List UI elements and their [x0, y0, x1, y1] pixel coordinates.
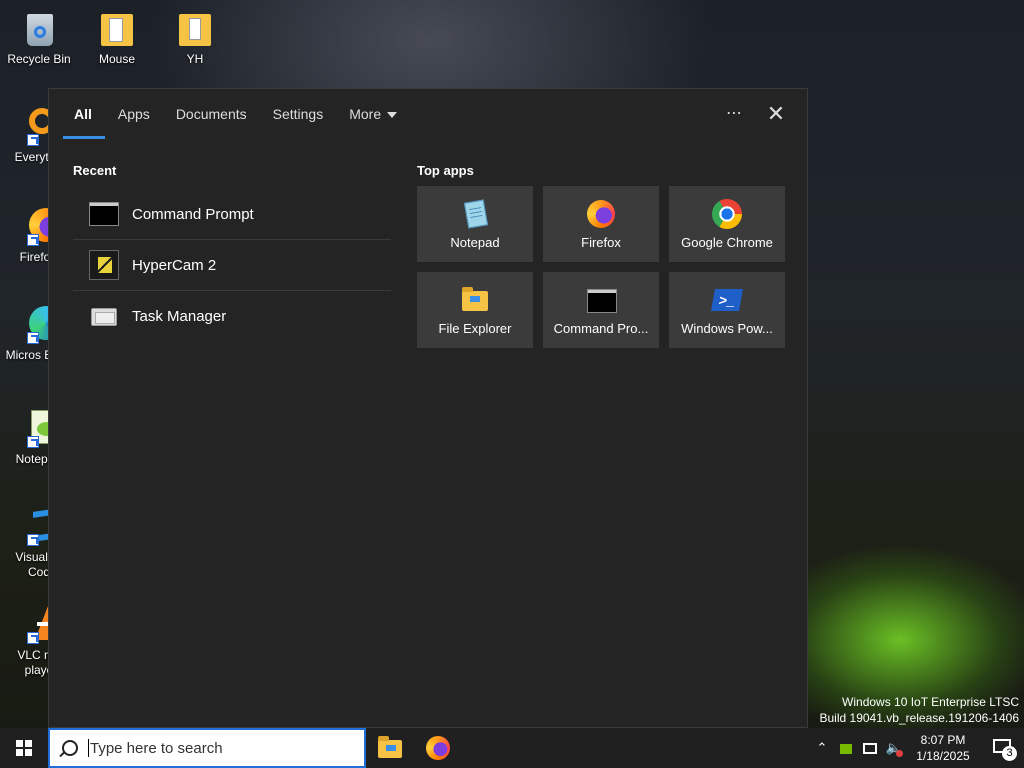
- desktop-icon-yh[interactable]: YH: [158, 8, 232, 67]
- desktop-icon-label: Mouse: [98, 52, 136, 66]
- taskbar-file-explorer[interactable]: [366, 728, 414, 768]
- top-app-label: Windows Pow...: [681, 320, 773, 336]
- taskbar-firefox[interactable]: [414, 728, 462, 768]
- shortcut-arrow-icon: [27, 234, 39, 246]
- file-explorer-icon: [460, 285, 490, 315]
- shortcut-arrow-icon: [27, 332, 39, 344]
- volume-muted-icon[interactable]: 🔈: [882, 728, 906, 768]
- options-button[interactable]: ⋯: [721, 101, 749, 129]
- shortcut-arrow-icon: [27, 632, 39, 644]
- watermark-build: Build 19041.vb_release.191206-1406: [819, 711, 1020, 725]
- chrome-icon: [712, 198, 742, 229]
- desktop-icon-recycle-bin[interactable]: Recycle Bin: [2, 8, 76, 67]
- text-cursor: [88, 739, 89, 757]
- shortcut-arrow-icon: [27, 134, 39, 146]
- shortcut-arrow-icon: [27, 436, 39, 448]
- clock-date: 1/18/2025: [916, 749, 970, 763]
- notepad-icon: [460, 198, 490, 229]
- top-apps-heading: Top apps: [417, 163, 474, 178]
- network-icon[interactable]: [858, 728, 882, 768]
- recent-item-label: Task Manager: [132, 308, 227, 325]
- firefox-icon: [426, 736, 450, 760]
- tab-all[interactable]: All: [61, 89, 105, 139]
- top-app-notepad[interactable]: Notepad: [417, 186, 533, 262]
- recent-item-hypercam[interactable]: HyperCam 2: [73, 240, 391, 291]
- command-prompt-icon: [88, 198, 120, 230]
- desktop-icon-label: Recycle Bin: [7, 52, 71, 66]
- file-explorer-icon: [378, 736, 402, 760]
- windows-version-watermark: Windows 10 IoT Enterprise LTSC Build 190…: [820, 694, 1020, 726]
- chevron-up-icon: ⌃: [816, 740, 828, 755]
- close-icon: ✕: [766, 101, 786, 126]
- command-prompt-icon: [586, 285, 617, 315]
- recent-item-label: HyperCam 2: [132, 256, 217, 274]
- close-button[interactable]: ✕: [762, 101, 790, 129]
- watermark-edition: Windows 10 IoT Enterprise LTSC: [842, 695, 1019, 709]
- search-icon: [62, 740, 78, 756]
- top-app-command-prompt[interactable]: Command Pro...: [543, 272, 659, 348]
- tab-settings[interactable]: Settings: [260, 89, 337, 139]
- windows-logo-icon: [16, 740, 32, 756]
- top-app-file-explorer[interactable]: File Explorer: [417, 272, 533, 348]
- start-button[interactable]: [0, 728, 48, 768]
- tab-all-label: All: [74, 106, 92, 122]
- nvidia-icon[interactable]: [834, 728, 858, 768]
- folder-icon: [97, 8, 137, 48]
- search-tabs: All Apps Documents Settings More: [61, 89, 410, 139]
- tab-settings-label: Settings: [272, 106, 324, 122]
- powershell-icon: >_: [711, 285, 743, 315]
- firefox-icon: [586, 199, 616, 229]
- hypercam-icon: [88, 249, 120, 281]
- top-app-chrome[interactable]: Google Chrome: [669, 186, 785, 262]
- recent-item-command-prompt[interactable]: Command Prompt: [73, 189, 391, 240]
- top-apps-grid: Notepad Firefox Google Chrome File Explo…: [417, 186, 785, 348]
- system-tray: ⌃ 🔈 8:07 PM 1/18/2025 3: [810, 728, 1024, 768]
- task-manager-icon: [88, 301, 120, 333]
- show-hidden-icons-button[interactable]: ⌃: [810, 728, 834, 768]
- recent-item-label: Command Prompt: [132, 205, 254, 223]
- top-app-powershell[interactable]: >_ Windows Pow...: [669, 272, 785, 348]
- notification-badge: 3: [1002, 746, 1017, 761]
- tab-apps[interactable]: Apps: [105, 89, 163, 139]
- top-app-firefox[interactable]: Firefox: [543, 186, 659, 262]
- top-app-label: Firefox: [581, 234, 621, 250]
- clock[interactable]: 8:07 PM 1/18/2025: [906, 732, 980, 764]
- top-app-label: Notepad: [450, 234, 500, 250]
- ellipsis-icon: ⋯: [726, 105, 744, 122]
- desktop-icon-label: YH: [186, 52, 204, 66]
- tab-more[interactable]: More: [336, 89, 410, 139]
- caret-down-icon: [387, 112, 398, 119]
- taskbar: ⌃ 🔈 8:07 PM 1/18/2025 3: [0, 728, 1024, 768]
- top-app-label: Command Pro...: [553, 320, 649, 336]
- top-app-label: Google Chrome: [681, 234, 773, 250]
- recycle-bin-icon: [19, 8, 59, 48]
- tab-more-label: More: [349, 106, 382, 122]
- tab-apps-label: Apps: [117, 106, 150, 122]
- tab-documents-label: Documents: [175, 106, 247, 122]
- search-input[interactable]: [90, 739, 330, 757]
- taskbar-search-box[interactable]: [48, 728, 366, 768]
- recent-list: Command Prompt HyperCam 2 Task Manager: [73, 189, 391, 342]
- recent-heading: Recent: [73, 163, 117, 178]
- shortcut-arrow-icon: [27, 534, 39, 546]
- recent-item-task-manager[interactable]: Task Manager: [73, 291, 391, 342]
- folder-icon: [175, 8, 215, 48]
- top-app-label: File Explorer: [438, 320, 512, 336]
- search-panel: All Apps Documents Settings More ⋯ ✕ Rec…: [48, 88, 808, 728]
- clock-time: 8:07 PM: [920, 733, 966, 747]
- desktop-icon-mouse[interactable]: Mouse: [80, 8, 154, 67]
- action-center-button[interactable]: 3: [980, 728, 1024, 768]
- tab-documents[interactable]: Documents: [163, 89, 260, 139]
